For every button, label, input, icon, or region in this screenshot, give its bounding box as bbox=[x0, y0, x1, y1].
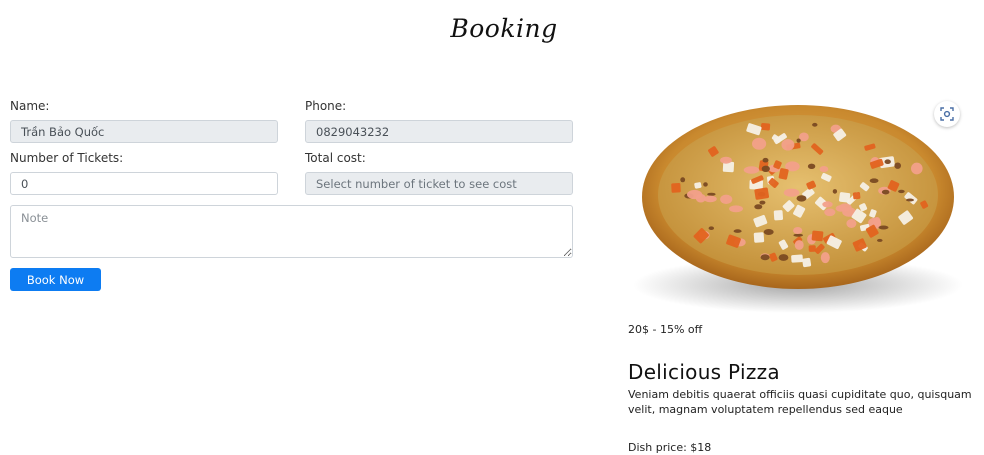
pizza-topping bbox=[894, 162, 901, 169]
pizza-topping bbox=[898, 189, 905, 194]
dish-description: Veniam debitis quaerat officiis quasi cu… bbox=[628, 388, 972, 416]
pizza-topping bbox=[793, 227, 803, 234]
pizza-topping bbox=[802, 257, 812, 268]
pizza-topping bbox=[807, 163, 816, 169]
pizza-topping bbox=[906, 198, 914, 202]
pizza-topping bbox=[838, 203, 852, 212]
pizza-topping bbox=[881, 189, 890, 195]
pizza-topping bbox=[687, 189, 703, 200]
pizza-topping bbox=[911, 162, 923, 175]
pizza-topping bbox=[680, 177, 686, 183]
phone-input[interactable] bbox=[305, 120, 573, 143]
dish-title: Delicious Pizza bbox=[628, 360, 780, 384]
pizza-topping bbox=[877, 238, 883, 242]
pizza-topping bbox=[729, 205, 743, 213]
pizza-topping bbox=[708, 226, 714, 230]
pizza-topping bbox=[794, 240, 804, 250]
tickets-input[interactable] bbox=[10, 172, 278, 195]
pizza-topping bbox=[869, 178, 879, 183]
pizza-topping bbox=[703, 195, 717, 203]
pizza-topping bbox=[763, 229, 774, 235]
visual-search-icon bbox=[940, 107, 954, 121]
pizza-topping bbox=[703, 182, 708, 187]
pizza-topping bbox=[752, 137, 767, 150]
pizza-topping bbox=[812, 122, 818, 127]
pizza-topping bbox=[822, 201, 833, 208]
pizza-topping bbox=[878, 225, 889, 230]
pizza-topping bbox=[832, 189, 838, 194]
pizza-topping bbox=[783, 188, 800, 197]
tickets-label: Number of Tickets: bbox=[10, 151, 124, 165]
pizza-topping bbox=[759, 200, 766, 205]
page-title: Booking bbox=[450, 14, 558, 43]
pizza-topping bbox=[820, 252, 830, 264]
pizza-topping bbox=[808, 245, 816, 252]
pizza-topping bbox=[707, 192, 716, 196]
name-label: Name: bbox=[10, 99, 50, 113]
name-input[interactable] bbox=[10, 120, 278, 143]
pizza-topping bbox=[743, 166, 760, 174]
pizza-topping bbox=[753, 232, 765, 243]
pizza-topping bbox=[796, 138, 801, 143]
pizza-topping bbox=[781, 139, 795, 151]
pizza-topping bbox=[852, 192, 861, 200]
pizza-topping bbox=[811, 230, 824, 242]
pizza-topping bbox=[761, 165, 770, 172]
pizza-topping bbox=[760, 254, 770, 261]
pizza-topping bbox=[762, 157, 769, 163]
booking-page: Booking Name: Phone: Number of Tickets: … bbox=[0, 0, 984, 455]
dish-price: Dish price: $18 bbox=[628, 441, 712, 454]
pizza-topping bbox=[796, 195, 807, 202]
pizza-topping bbox=[839, 192, 851, 203]
visual-search-button[interactable] bbox=[934, 101, 960, 127]
pizza-topping bbox=[824, 208, 836, 217]
book-now-button[interactable]: Book Now bbox=[10, 268, 101, 291]
discount-text: 20$ - 15% off bbox=[628, 323, 703, 336]
pizza-topping bbox=[793, 233, 803, 237]
pizza-image bbox=[633, 105, 963, 313]
total-cost-input[interactable] bbox=[305, 172, 573, 195]
note-textarea[interactable] bbox=[10, 205, 573, 258]
pizza-topping bbox=[733, 229, 742, 233]
pizza-topping bbox=[819, 166, 829, 173]
pizza-topping bbox=[671, 183, 681, 193]
phone-label: Phone: bbox=[305, 99, 347, 113]
pizza-topping bbox=[778, 254, 789, 261]
pizza-topping bbox=[720, 156, 732, 164]
pizza-topping bbox=[720, 194, 733, 204]
total-cost-label: Total cost: bbox=[305, 151, 366, 165]
pizza-topping bbox=[846, 219, 857, 228]
pizza-topping bbox=[773, 210, 784, 221]
pizza-topping bbox=[791, 254, 803, 263]
pizza-topping bbox=[884, 159, 891, 164]
pizza-topping bbox=[760, 122, 771, 131]
pizza-topping bbox=[754, 204, 763, 210]
pizza-topping bbox=[754, 187, 770, 200]
